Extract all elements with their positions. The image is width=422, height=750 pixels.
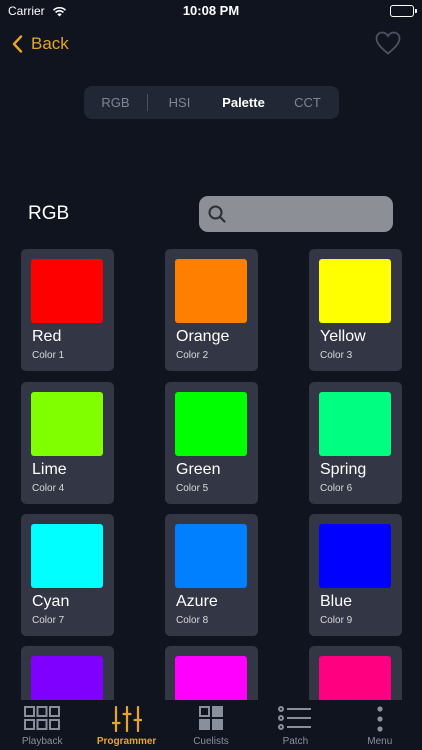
- segment-cct[interactable]: CCT: [276, 86, 339, 119]
- color-name: Green: [176, 461, 221, 478]
- segment-palette[interactable]: Palette: [212, 86, 275, 119]
- color-name: Blue: [320, 593, 353, 610]
- heart-icon: [375, 31, 401, 55]
- color-number: Color 9: [320, 615, 353, 626]
- color-card-spring[interactable]: Spring Color 6: [309, 382, 402, 504]
- color-swatch: [175, 656, 247, 700]
- status-time: 10:08 PM: [182, 3, 240, 18]
- grid-icon: [24, 706, 61, 730]
- color-card-green[interactable]: Green Color 5: [165, 382, 258, 504]
- color-number: Color 1: [32, 350, 65, 361]
- color-name: Yellow: [320, 328, 366, 345]
- tab-playback[interactable]: Playback: [0, 700, 84, 750]
- segment-rgb[interactable]: RGB: [84, 86, 147, 119]
- color-card-rose[interactable]: [309, 646, 402, 700]
- color-card-red[interactable]: Red Color 1: [21, 249, 114, 371]
- tab-menu[interactable]: Menu: [338, 700, 422, 750]
- search-input[interactable]: [233, 196, 383, 232]
- color-name: Azure: [176, 593, 218, 610]
- color-card-yellow[interactable]: Yellow Color 3: [309, 249, 402, 371]
- color-card-azure[interactable]: Azure Color 8: [165, 514, 258, 636]
- sliders-icon: [111, 706, 142, 732]
- search-box[interactable]: [199, 196, 393, 232]
- battery-icon: [390, 5, 417, 17]
- squares-icon: [198, 706, 223, 730]
- color-palette-grid: Red Color 1 Orange Color 2 Yellow Color …: [0, 249, 422, 700]
- color-card-magenta[interactable]: [165, 646, 258, 700]
- color-name: Cyan: [32, 593, 70, 610]
- color-mode-segmented-control: RGB HSI Palette CCT: [84, 86, 339, 119]
- segment-hsi[interactable]: HSI: [148, 86, 211, 119]
- back-button[interactable]: Back: [12, 30, 69, 58]
- color-card-lime[interactable]: Lime Color 4: [21, 382, 114, 504]
- search-icon: [208, 205, 226, 228]
- tab-label: Programmer: [96, 736, 157, 747]
- color-swatch: [319, 656, 391, 700]
- tab-bar: Playback Programmer Cuelists Patch Menu: [0, 700, 422, 750]
- color-number: Color 8: [176, 615, 209, 626]
- tab-label: Cuelists: [193, 736, 229, 747]
- color-swatch: [175, 259, 247, 323]
- color-card-violet[interactable]: [21, 646, 114, 700]
- color-name: Orange: [176, 328, 230, 345]
- color-swatch: [175, 524, 247, 588]
- color-swatch: [31, 259, 103, 323]
- color-card-blue[interactable]: Blue Color 9: [309, 514, 402, 636]
- back-label: Back: [31, 34, 69, 53]
- color-swatch: [175, 392, 247, 456]
- tab-patch[interactable]: Patch: [253, 700, 337, 750]
- color-number: Color 5: [176, 483, 209, 494]
- color-card-cyan[interactable]: Cyan Color 7: [21, 514, 114, 636]
- color-swatch: [319, 392, 391, 456]
- color-swatch: [31, 392, 103, 456]
- color-number: Color 6: [320, 483, 353, 494]
- color-swatch: [31, 656, 103, 700]
- color-number: Color 7: [32, 615, 65, 626]
- color-number: Color 2: [176, 350, 209, 361]
- color-swatch: [319, 259, 391, 323]
- color-name: Spring: [320, 461, 367, 478]
- color-name: Red: [32, 328, 62, 345]
- tab-label: Menu: [367, 736, 393, 747]
- tab-label: Playback: [21, 736, 63, 747]
- color-card-orange[interactable]: Orange Color 2: [165, 249, 258, 371]
- section-title: RGB: [28, 203, 70, 224]
- favorite-button[interactable]: [374, 30, 402, 56]
- tab-cuelists[interactable]: Cuelists: [169, 700, 253, 750]
- color-swatch: [31, 524, 103, 588]
- list-icon: [278, 706, 312, 730]
- tab-label: Patch: [282, 736, 309, 747]
- status-bar: Carrier 10:08 PM: [0, 0, 422, 24]
- tab-programmer[interactable]: Programmer: [84, 700, 168, 750]
- chevron-left-icon: [12, 35, 23, 53]
- color-number: Color 3: [320, 350, 353, 361]
- more-icon: [377, 706, 383, 732]
- color-number: Color 4: [32, 483, 65, 494]
- color-name: Lime: [32, 461, 67, 478]
- color-swatch: [319, 524, 391, 588]
